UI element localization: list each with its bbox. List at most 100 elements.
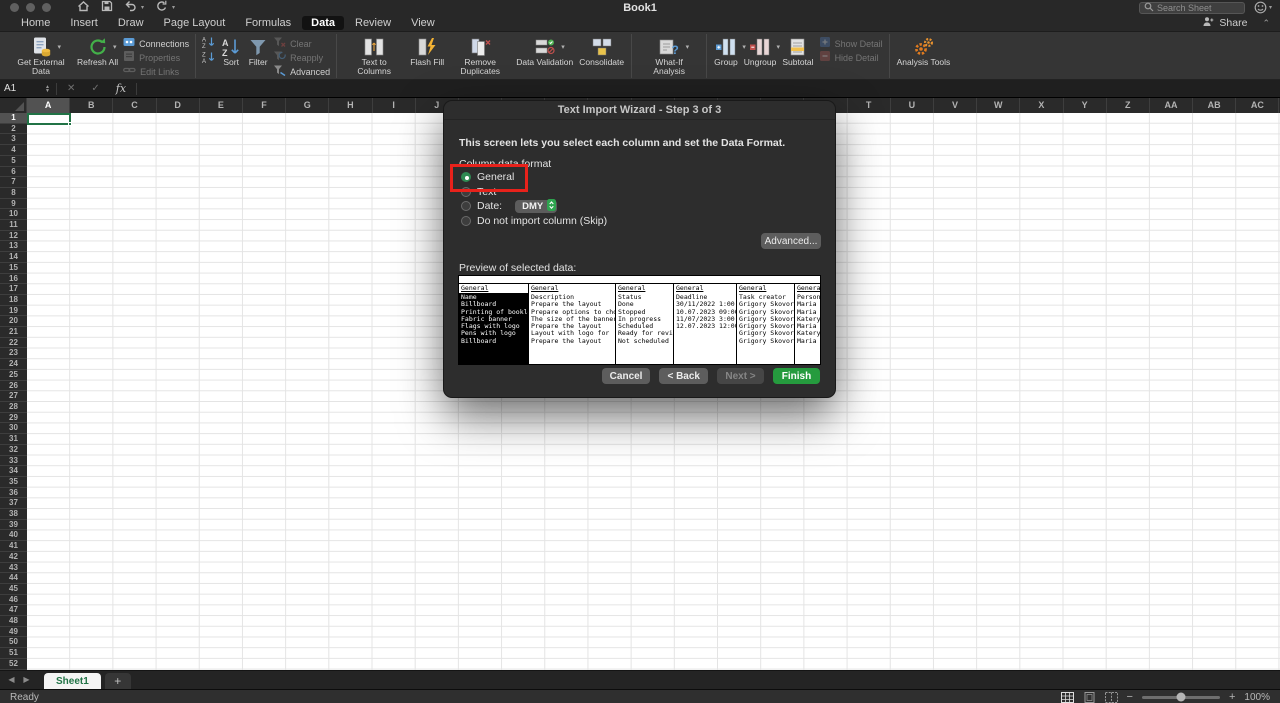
row-header-50[interactable]: 50 xyxy=(0,637,27,648)
radio-date[interactable] xyxy=(461,201,471,211)
row-header-16[interactable]: 16 xyxy=(0,274,27,285)
ribbon-what-if-analysis-button[interactable]: ?▾What-If Analysis xyxy=(636,34,702,78)
row-header-45[interactable]: 45 xyxy=(0,584,27,595)
cancel-button[interactable]: Cancel xyxy=(602,368,651,384)
column-header-w[interactable]: W xyxy=(977,98,1020,113)
zoom-slider[interactable] xyxy=(1142,696,1220,699)
feedback-smiley-icon[interactable]: ▾ xyxy=(1254,1,1272,14)
ribbon-sort-descending-button[interactable]: ZA xyxy=(202,53,215,64)
row-header-20[interactable]: 20 xyxy=(0,316,27,327)
row-header-49[interactable]: 49 xyxy=(0,627,27,638)
ribbon-sort-button[interactable]: AZSort xyxy=(217,34,245,69)
column-header-c[interactable]: C xyxy=(113,98,156,113)
radio-do-not-import-column-skip[interactable] xyxy=(461,216,471,226)
row-header-9[interactable]: 9 xyxy=(0,199,27,210)
row-header-37[interactable]: 37 xyxy=(0,498,27,509)
row-header-38[interactable]: 38 xyxy=(0,509,27,520)
collapse-ribbon-icon[interactable]: ⌃ xyxy=(1262,18,1270,29)
row-header-21[interactable]: 21 xyxy=(0,327,27,338)
prev-sheet-icon[interactable]: ◀ xyxy=(4,675,19,684)
row-header-42[interactable]: 42 xyxy=(0,552,27,563)
row-header-40[interactable]: 40 xyxy=(0,530,27,541)
menu-tab-draw[interactable]: Draw xyxy=(109,16,153,30)
radio-text[interactable] xyxy=(461,187,471,197)
row-header-6[interactable]: 6 xyxy=(0,167,27,178)
menu-tab-data[interactable]: Data xyxy=(302,16,344,30)
ribbon-data-validation-button[interactable]: ▾Data Validation xyxy=(513,34,576,69)
row-header-29[interactable]: 29 xyxy=(0,413,27,424)
select-all-corner[interactable] xyxy=(0,98,27,113)
name-box-stepper-icon[interactable]: ▲▼ xyxy=(45,85,50,93)
zoom-out-icon[interactable]: − xyxy=(1127,692,1133,702)
normal-view-icon[interactable] xyxy=(1061,692,1074,703)
zoom-slider-knob[interactable] xyxy=(1176,693,1185,702)
search-input[interactable] xyxy=(1157,3,1240,13)
row-header-33[interactable]: 33 xyxy=(0,456,27,467)
column-header-v[interactable]: V xyxy=(934,98,977,113)
back-button[interactable]: < Back xyxy=(659,368,708,384)
column-header-d[interactable]: D xyxy=(157,98,200,113)
column-header-b[interactable]: B xyxy=(70,98,113,113)
radio-general[interactable] xyxy=(461,172,471,182)
column-header-y[interactable]: Y xyxy=(1064,98,1107,113)
ribbon-refresh-all-button[interactable]: ▾Refresh All xyxy=(74,34,121,69)
row-header-13[interactable]: 13 xyxy=(0,241,27,252)
finish-button[interactable]: Finish xyxy=(773,368,820,384)
column-header-i[interactable]: I xyxy=(373,98,416,113)
row-header-17[interactable]: 17 xyxy=(0,284,27,295)
ribbon-advanced-button[interactable]: Advanced xyxy=(273,66,330,77)
row-header-14[interactable]: 14 xyxy=(0,252,27,263)
row-header-30[interactable]: 30 xyxy=(0,423,27,434)
row-header-12[interactable]: 12 xyxy=(0,231,27,242)
column-header-h[interactable]: H xyxy=(329,98,372,113)
row-header-4[interactable]: 4 xyxy=(0,145,27,156)
preview-column-4[interactable]: GeneralDeadline30/11/2022 1:00:0010.07.2… xyxy=(674,284,737,364)
date-format-dropdown[interactable]: DMY xyxy=(515,200,557,213)
ribbon-flash-fill-button[interactable]: Flash Fill xyxy=(407,34,447,69)
row-header-25[interactable]: 25 xyxy=(0,370,27,381)
row-header-1[interactable]: 1 xyxy=(0,113,27,124)
preview-column-5[interactable]: GeneralTask creatorGrigory SkovorodaGrig… xyxy=(737,284,795,364)
column-header-x[interactable]: X xyxy=(1020,98,1063,113)
close-window-button[interactable] xyxy=(10,3,19,12)
ribbon-get-external-data-button[interactable]: ▾Get External Data xyxy=(8,34,74,78)
row-header-34[interactable]: 34 xyxy=(0,466,27,477)
row-header-24[interactable]: 24 xyxy=(0,359,27,370)
row-header-43[interactable]: 43 xyxy=(0,563,27,574)
undo-dropdown-icon[interactable]: ▾ xyxy=(141,4,144,11)
row-header-28[interactable]: 28 xyxy=(0,402,27,413)
preview-column-3[interactable]: GeneralStatusDoneStoppedIn progressSched… xyxy=(616,284,674,364)
ribbon-subtotal-button[interactable]: Subtotal xyxy=(779,34,816,69)
menu-tab-view[interactable]: View xyxy=(402,16,444,30)
format-option-do-not-import-column-skip[interactable]: Do not import column (Skip) xyxy=(461,214,811,229)
row-header-19[interactable]: 19 xyxy=(0,306,27,317)
row-header-2[interactable]: 2 xyxy=(0,124,27,135)
row-header-3[interactable]: 3 xyxy=(0,134,27,145)
row-header-23[interactable]: 23 xyxy=(0,348,27,359)
menu-tab-formulas[interactable]: Formulas xyxy=(236,16,300,30)
column-header-t[interactable]: T xyxy=(848,98,891,113)
row-header-41[interactable]: 41 xyxy=(0,541,27,552)
menu-tab-review[interactable]: Review xyxy=(346,16,400,30)
column-header-ab[interactable]: AB xyxy=(1193,98,1236,113)
active-cell[interactable] xyxy=(27,113,71,125)
column-header-f[interactable]: F xyxy=(243,98,286,113)
row-header-31[interactable]: 31 xyxy=(0,434,27,445)
menu-tab-home[interactable]: Home xyxy=(12,16,59,30)
ribbon-connections-button[interactable]: Connections xyxy=(123,38,189,49)
preview-column-1[interactable]: GeneralNameBillboardPrinting of booklets… xyxy=(459,284,529,364)
name-box[interactable]: A1 ▲▼ xyxy=(0,80,54,97)
ribbon-remove-duplicates-button[interactable]: Remove Duplicates xyxy=(447,34,513,78)
row-header-10[interactable]: 10 xyxy=(0,209,27,220)
page-break-view-icon[interactable] xyxy=(1105,692,1118,703)
menu-tab-page-layout[interactable]: Page Layout xyxy=(155,16,235,30)
column-header-u[interactable]: U xyxy=(891,98,934,113)
row-header-52[interactable]: 52 xyxy=(0,659,27,670)
minimize-window-button[interactable] xyxy=(26,3,35,12)
next-sheet-icon[interactable]: ▶ xyxy=(19,675,34,684)
ribbon-analysis-tools-button[interactable]: Analysis Tools xyxy=(894,34,954,69)
search-box[interactable] xyxy=(1139,2,1245,14)
add-sheet-button[interactable]: + xyxy=(105,673,131,689)
ribbon-consolidate-button[interactable]: Consolidate xyxy=(576,34,627,69)
preview-column-2[interactable]: GeneralDescriptionPrepare the layoutPrep… xyxy=(529,284,616,364)
